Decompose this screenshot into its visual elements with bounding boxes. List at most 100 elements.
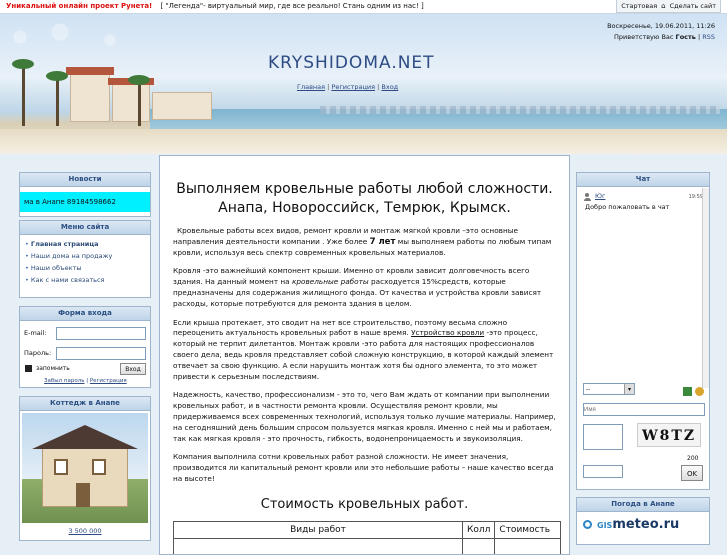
- palm-trunk-3: [138, 80, 141, 126]
- email-label: E-mail:: [24, 329, 47, 337]
- captcha-image: W8TZ: [637, 423, 701, 447]
- hotel-building-3: [152, 92, 212, 120]
- remember-checkbox[interactable]: [25, 365, 32, 372]
- bullet-icon: •: [25, 264, 29, 272]
- gismeteo-link[interactable]: GISmeteo.ru: [597, 517, 679, 532]
- col-work-type: Виды работ: [174, 522, 463, 539]
- chat-title: Чат: [577, 173, 709, 187]
- cottage-photo[interactable]: [22, 413, 148, 523]
- hotel-building: [70, 74, 110, 122]
- roof-device-link[interactable]: Устройство кровли: [411, 328, 484, 337]
- promo-link[interactable]: Уникальный онлайн проект Рунета!: [6, 2, 152, 10]
- roof-works-link[interactable]: кровельные работы: [292, 277, 369, 286]
- gismeteo-logo-icon: [583, 520, 592, 529]
- main-content: Выполняем кровельные работы любой сложно…: [159, 155, 570, 555]
- palm-leaves-2: [46, 71, 68, 81]
- news-title: Новости: [20, 173, 150, 187]
- site-menu-panel: Меню сайта • Главная страница • Наши дом…: [19, 220, 151, 298]
- cottage-window: [54, 459, 68, 475]
- quality-paragraph: Надежность, качество, профессионализм - …: [173, 390, 557, 444]
- chat-name-input[interactable]: [583, 403, 705, 416]
- top-nav: Главная | Регистрация | Вход: [297, 83, 398, 91]
- price-table: Виды работ Колл Стоимость: [173, 521, 561, 555]
- bullet-icon: •: [25, 276, 29, 284]
- date-greeting: Воскресенье, 19.06.2011, 11:26 Приветств…: [607, 21, 715, 43]
- cottage-panel: Коттедж в Анапе 3 500 000: [19, 396, 151, 541]
- chat-scrollbar[interactable]: [702, 188, 709, 388]
- chat-message: Добро пожаловать в чат: [585, 203, 669, 211]
- menu-item-home[interactable]: • Главная страница: [20, 238, 150, 250]
- nav-register[interactable]: Регистрация: [331, 83, 375, 91]
- menu-item-objects[interactable]: • Наши объекты: [20, 262, 150, 274]
- user-icon: [583, 193, 591, 201]
- register-link[interactable]: Регистрация: [90, 378, 127, 384]
- greeting: Приветствую Вас Гость | RSS: [607, 32, 715, 43]
- news-ticker[interactable]: ма в Анапе 89184598662: [20, 192, 150, 212]
- table-header-row: Виды работ Колл Стоимость: [174, 522, 561, 539]
- promo-banner[interactable]: [ "Легенда"- виртуальный мир, где все ре…: [160, 2, 423, 10]
- nav-login[interactable]: Вход: [381, 83, 398, 91]
- password-label: Пароль:: [24, 349, 51, 357]
- cottage-title: Коттедж в Анапе: [20, 397, 150, 411]
- table-row: [174, 539, 561, 555]
- chat-panel: Чат Юг 19:59 Добро пожаловать в чат --▾ …: [576, 172, 710, 490]
- nav-home[interactable]: Главная: [297, 83, 325, 91]
- smiley-icon[interactable]: [683, 387, 692, 396]
- make-home-link[interactable]: Сделать сайт: [670, 2, 716, 10]
- chevron-down-icon: ▾: [624, 384, 634, 394]
- bullet-icon: •: [25, 252, 29, 260]
- menu-item-contact[interactable]: • Как с нами связаться: [20, 274, 150, 286]
- refresh-icon[interactable]: [695, 387, 704, 396]
- login-button[interactable]: Вход: [120, 363, 146, 375]
- weather-panel: Погода в Анапе GISmeteo.ru: [576, 497, 710, 545]
- palm-leaves: [12, 59, 34, 69]
- hotel-building-2: [112, 84, 150, 122]
- cottage-roof: [32, 425, 138, 449]
- col-cost: Стоимость: [495, 522, 561, 539]
- login-title: Форма входа: [20, 307, 150, 321]
- char-counter: 200: [687, 455, 698, 462]
- beach-image: [0, 129, 727, 154]
- chat-message-input[interactable]: [583, 424, 623, 450]
- menu-item-houses[interactable]: • Наши дома на продажу: [20, 250, 150, 262]
- col-qty: Колл: [463, 522, 495, 539]
- cottage-door: [76, 483, 90, 507]
- rss-link[interactable]: RSS: [702, 33, 715, 41]
- company-paragraph: Компания выполнила сотни кровельных рабо…: [173, 452, 557, 484]
- bubbles-decoration: [0, 22, 150, 52]
- login-panel: Форма входа E-mail: Пароль: запомнить Вх…: [19, 306, 151, 388]
- weather-title: Погода в Анапе: [577, 498, 709, 512]
- palm-trunk: [22, 64, 25, 126]
- remember-label: запомнить: [36, 365, 70, 372]
- page-heading: Выполняем кровельные работы любой сложно…: [160, 180, 569, 218]
- email-field[interactable]: [56, 327, 146, 340]
- password-field[interactable]: [56, 347, 146, 360]
- guest-name: Гость: [676, 33, 696, 41]
- intro-paragraph: Кровельные работы всех видов, ремонт кро…: [173, 226, 557, 258]
- leak-paragraph: Если крыша протекает, это сводит на нет …: [173, 318, 557, 383]
- cottage-window-2: [92, 459, 106, 475]
- chat-time: 19:59: [689, 194, 703, 200]
- palm-leaves-3: [128, 75, 150, 85]
- captcha-input[interactable]: [583, 465, 623, 478]
- start-page-link[interactable]: Стартовая: [621, 2, 657, 10]
- price-heading: Стоимость кровельных работ.: [160, 497, 569, 512]
- nav-separator: |: [377, 83, 379, 91]
- news-panel: Новости ма в Анапе 89184598662: [19, 172, 151, 217]
- menu-title: Меню сайта: [20, 221, 150, 235]
- home-icon: ⌂: [661, 2, 665, 10]
- city-skyline: [320, 106, 720, 114]
- chat-ok-button[interactable]: OK: [681, 465, 703, 481]
- nav-separator: |: [327, 83, 329, 91]
- forgot-password-link[interactable]: Забыл пароль: [44, 378, 84, 384]
- chat-user[interactable]: Юг: [595, 192, 605, 200]
- auth-links: Забыл пароль | Регистрация: [44, 378, 127, 384]
- bookmark-buttons: Стартовая ⌂ Сделать сайт: [616, 0, 721, 13]
- cottage-price[interactable]: 3 500 000: [20, 527, 150, 535]
- hotel-roof: [66, 67, 114, 75]
- current-datetime: Воскресенье, 19.06.2011, 11:26: [607, 21, 715, 32]
- site-title[interactable]: KRYSHIDOMA.NET: [268, 53, 435, 73]
- chat-select[interactable]: --▾: [583, 383, 635, 395]
- bullet-icon: •: [25, 240, 29, 248]
- roof-paragraph: Кровля -это важнейший компонент крыши. И…: [173, 266, 557, 309]
